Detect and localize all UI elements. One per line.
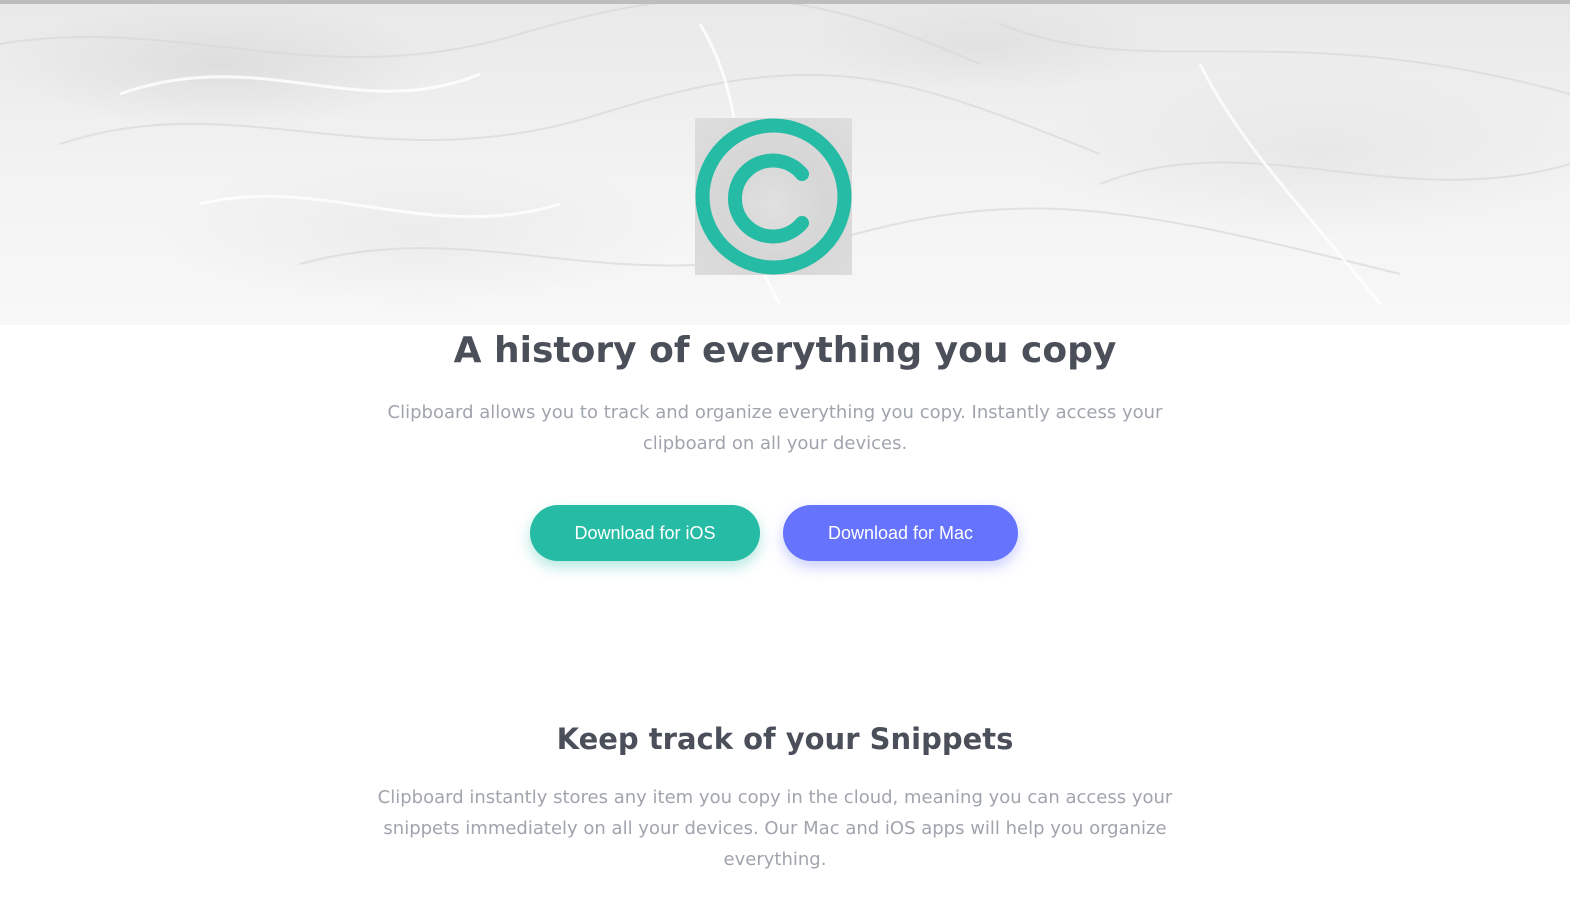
clipboard-c-logo-icon — [695, 118, 852, 275]
clipboard-logo — [695, 118, 852, 275]
snippets-section-text: Clipboard instantly stores any item you … — [377, 787, 1173, 870]
hero-headline: A history of everything you copy — [453, 330, 1117, 371]
download-ios-button[interactable]: Download for iOS — [530, 505, 760, 561]
download-mac-button[interactable]: Download for Mac — [783, 505, 1018, 561]
hero-intro-text: Clipboard allows you to track and organi… — [387, 402, 1163, 454]
snippets-section-title: Keep track of your Snippets — [556, 722, 1014, 756]
landing-page: A history of everything you copy Clipboa… — [0, 0, 1570, 917]
